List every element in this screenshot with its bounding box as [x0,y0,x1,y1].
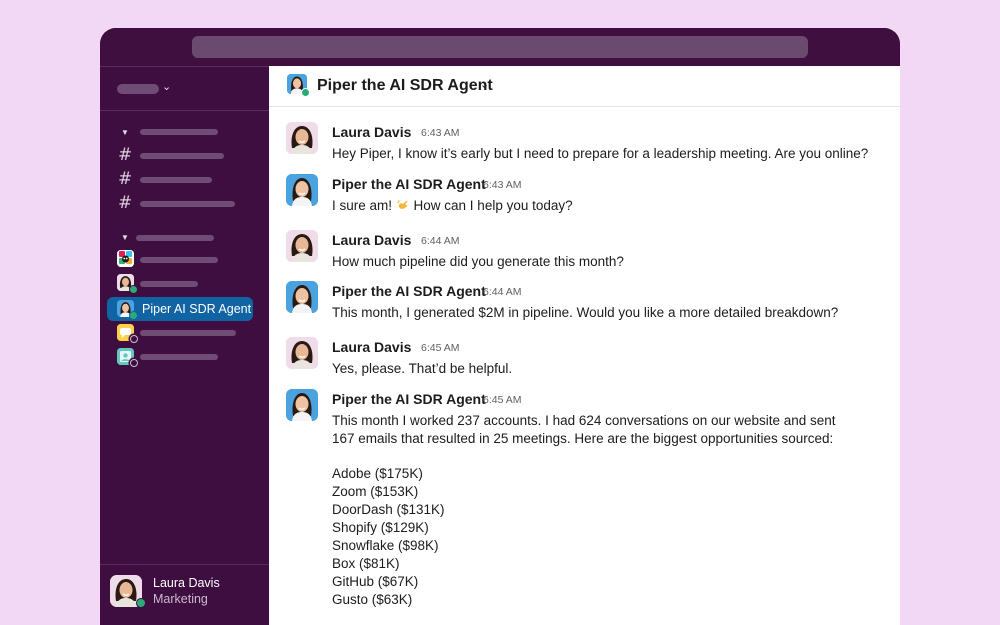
sidebar-item-dm-4[interactable] [140,330,236,336]
section-header-channels[interactable] [140,129,218,135]
avatar[interactable] [286,337,318,369]
message-timestamp[interactable]: 6:43 AM [483,179,522,191]
message-author[interactable]: Piper the AI SDR Agent [332,176,486,192]
list-item: DoorDash ($131K) [332,502,445,517]
message-author[interactable]: Laura Davis [332,232,411,248]
message-author[interactable]: Laura Davis [332,339,411,355]
online-status-icon [129,285,138,294]
chevron-down-icon[interactable]: ⌄ [480,78,489,91]
list-item: Snowflake ($98K) [332,538,439,553]
app-window: ⌄ ▼ # # # ▼ Piper AI SDR Agent Laura Dav… [100,28,900,625]
sidebar-item-piper-ai-sdr-agent[interactable]: Piper AI SDR Agent [107,297,253,321]
message-text: I sure am! How can I help you today? [332,197,573,215]
hash-icon: # [118,193,133,213]
online-status-icon [301,88,310,97]
message-text: Yes, please. That’d be helpful. [332,361,513,376]
collapse-triangle-icon[interactable]: ▼ [121,233,129,242]
sidebar-item-channel-2[interactable] [140,177,212,183]
message-author[interactable]: Laura Davis [332,124,411,140]
away-status-icon [130,359,138,367]
list-item: Box ($81K) [332,556,400,571]
avatar[interactable] [286,281,318,313]
channel-header: Piper the AI SDR Agent ⌄ [269,66,900,107]
message-text-part: I sure am! [332,198,396,213]
message-author[interactable]: Piper the AI SDR Agent [332,283,486,299]
top-bar [100,28,900,66]
avatar[interactable] [286,389,318,421]
sidebar-item-dm-5[interactable] [140,354,218,360]
section-header-direct-messages[interactable] [136,235,214,241]
message-text: Hey Piper, I know it’s early but I need … [332,146,869,161]
message-text: How much pipeline did you generate this … [332,254,624,269]
online-status-icon [136,598,146,608]
message-text: This month, I generated $2M in pipeline.… [332,305,839,320]
chevron-down-icon[interactable]: ⌄ [162,80,171,93]
list-item: Shopify ($129K) [332,520,429,535]
list-item: Adobe ($175K) [332,466,423,481]
collapse-triangle-icon[interactable]: ▼ [121,128,129,137]
online-status-icon [129,311,138,320]
channel-title[interactable]: Piper the AI SDR Agent [317,77,493,95]
away-status-icon [130,335,138,343]
user-name: Laura Davis [153,576,220,590]
app-avatar-icon [117,250,134,267]
waving-hand-icon [396,199,408,209]
message-text: This month I worked 237 accounts. I had … [332,413,836,428]
message-timestamp[interactable]: 6:44 AM [421,235,460,247]
avatar[interactable] [286,122,318,154]
message-author[interactable]: Piper the AI SDR Agent [332,391,486,407]
user-profile[interactable]: Laura Davis Marketing [100,564,269,625]
hash-icon: # [118,145,133,165]
message-text: 167 emails that resulted in 25 meetings.… [332,431,834,446]
message-timestamp[interactable]: 6:43 AM [421,127,460,139]
sidebar-item-dm-1[interactable] [140,257,218,263]
avatar[interactable] [286,230,318,262]
list-item: Zoom ($153K) [332,484,419,499]
list-item: Gusto ($63K) [332,592,413,607]
sidebar-item-dm-2[interactable] [140,281,198,287]
message-pane: Piper the AI SDR Agent ⌄ Laura Davis 6:4… [269,66,900,625]
message-text-part: How can I help you today? [409,198,573,213]
hash-icon: # [118,169,133,189]
sidebar: ⌄ ▼ # # # ▼ Piper AI SDR Agent Laura Dav… [100,66,269,625]
avatar[interactable] [286,174,318,206]
list-item: GitHub ($67K) [332,574,419,589]
message-timestamp[interactable]: 6:45 AM [421,342,460,354]
user-role: Marketing [153,592,208,606]
search-bar[interactable] [192,36,808,58]
workspace-header[interactable]: ⌄ [100,67,269,111]
message-timestamp[interactable]: 6:44 AM [483,286,522,298]
sidebar-item-label: Piper AI SDR Agent [142,302,252,316]
sidebar-item-channel-1[interactable] [140,153,224,159]
message-timestamp[interactable]: 6:45 AM [483,394,522,406]
sidebar-item-channel-3[interactable] [140,201,235,207]
workspace-name-placeholder [117,84,159,94]
